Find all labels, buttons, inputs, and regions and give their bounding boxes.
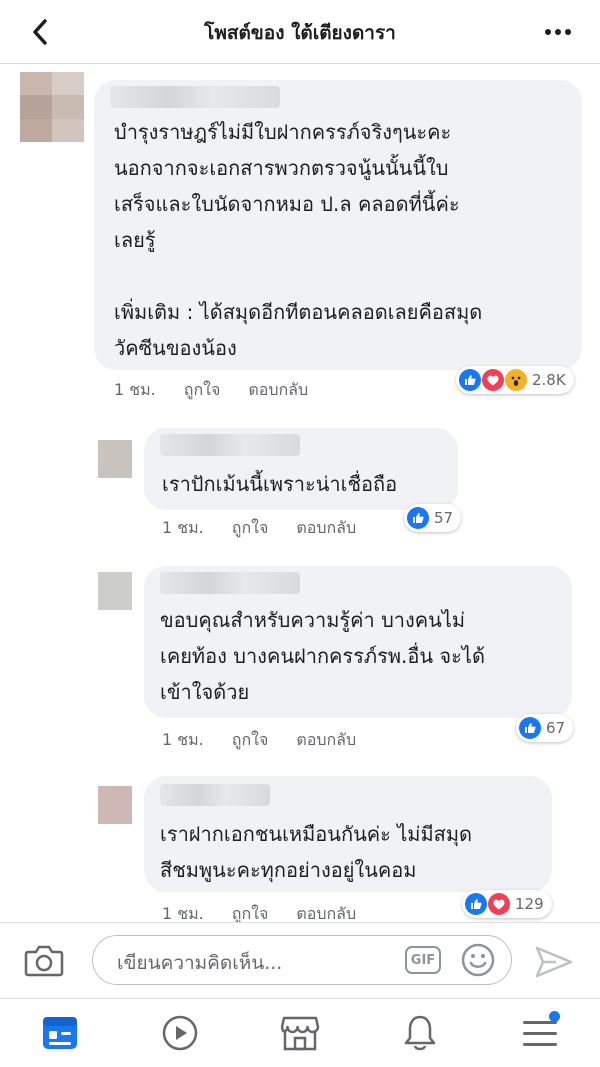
nav-news-feed[interactable] (40, 1013, 80, 1053)
commenter-name-redacted[interactable] (160, 572, 300, 594)
comment-text: เราปักเม้นนี้เพราะน่าเชื่อถือ (162, 472, 398, 496)
like-reaction-icon (407, 507, 429, 529)
reply-link[interactable]: ตอบกลับ (296, 904, 356, 923)
commenter-name-redacted[interactable] (110, 86, 280, 108)
reaction-summary[interactable]: 57 (404, 504, 462, 532)
comment-actions: 1 ชม. ถูกใจ ตอบกลับ (114, 378, 336, 403)
bottom-navigation (0, 998, 600, 1067)
like-link[interactable]: ถูกใจ (232, 730, 269, 749)
like-link[interactable]: ถูกใจ (232, 518, 269, 537)
commenter-name-redacted[interactable] (160, 434, 300, 456)
love-reaction-icon (488, 893, 510, 915)
nav-menu[interactable] (520, 1011, 560, 1053)
like-reaction-icon (465, 893, 487, 915)
gif-button[interactable]: GIF (405, 946, 441, 974)
reaction-count: 67 (546, 719, 566, 737)
comment-time: 1 ชม. (162, 730, 204, 749)
send-button[interactable] (534, 945, 574, 983)
comment-text: บำรุงราษฎร์ไม่มีใบฝากครรภ์จริงๆนะคะ นอกจ… (114, 120, 483, 360)
comment-actions: 1 ชม. ถูกใจ ตอบกลับ (162, 728, 384, 753)
comment-text: เราฝากเอกชนเหมือนกันค่ะ ไม่มีสมุด สีชมพู… (160, 822, 473, 882)
more-icon (543, 29, 573, 35)
comment-bubble[interactable]: ขอบคุณสำหรับความรู้ค่า บางคนไม่ เคยท้อง … (144, 566, 572, 718)
comment-bubble[interactable]: เราฝากเอกชนเหมือนกันค่ะ ไม่มีสมุด สีชมพู… (144, 776, 552, 892)
emoji-icon (461, 943, 495, 977)
comment-time: 1 ชม. (114, 380, 156, 399)
reaction-summary[interactable]: 129 (462, 890, 552, 918)
comment-bubble[interactable]: บำรุงราษฎร์ไม่มีใบฝากครรภ์จริงๆนะคะ นอกจ… (94, 80, 582, 370)
reaction-count: 2.8K (532, 371, 566, 389)
reply-link[interactable]: ตอบกลับ (248, 380, 308, 399)
watch-icon (162, 1015, 198, 1051)
comment-time: 1 ชม. (162, 904, 204, 923)
comment-time: 1 ชม. (162, 518, 204, 537)
page-title: โพสต์ของ ใต้เตียงดารา (204, 22, 396, 44)
send-icon (535, 946, 573, 978)
camera-icon (24, 945, 64, 977)
comment-actions: 1 ชม. ถูกใจ ตอบกลับ (162, 516, 384, 541)
nav-watch[interactable] (160, 1013, 200, 1053)
like-link[interactable]: ถูกใจ (232, 904, 269, 923)
comment-input-placeholder: เขียนความคิดเห็น... (117, 952, 283, 974)
reaction-summary[interactable]: 67 (516, 714, 574, 742)
nav-marketplace[interactable] (280, 1013, 320, 1053)
avatar[interactable] (98, 572, 132, 610)
emoji-button[interactable] (461, 943, 495, 981)
like-reaction-icon (519, 717, 541, 739)
like-reaction-icon (459, 369, 481, 391)
menu-notification-dot (549, 1011, 560, 1022)
more-button[interactable] (540, 16, 576, 48)
comment-composer: เขียนความคิดเห็น... GIF (0, 922, 600, 998)
commenter-name-redacted[interactable] (160, 784, 270, 806)
news-feed-icon (43, 1017, 77, 1049)
comment-text: ขอบคุณสำหรับความรู้ค่า บางคนไม่ เคยท้อง … (160, 608, 485, 704)
love-reaction-icon (482, 369, 504, 391)
notifications-icon (404, 1015, 436, 1051)
like-link[interactable]: ถูกใจ (184, 380, 221, 399)
reaction-count: 57 (434, 509, 454, 527)
comment-bubble[interactable]: เราปักเม้นนี้เพราะน่าเชื่อถือ (144, 428, 458, 510)
comment-input[interactable]: เขียนความคิดเห็น... GIF (92, 935, 512, 985)
nav-notifications[interactable] (400, 1013, 440, 1053)
camera-button[interactable] (24, 943, 64, 981)
wow-reaction-icon (505, 369, 527, 391)
reaction-summary[interactable]: 2.8K (456, 366, 574, 394)
reply-link[interactable]: ตอบกลับ (296, 518, 356, 537)
gif-icon: GIF (410, 952, 436, 968)
reaction-count: 129 (515, 895, 544, 913)
marketplace-icon (280, 1016, 320, 1051)
avatar[interactable] (20, 72, 84, 142)
avatar[interactable] (98, 786, 132, 824)
header: โพสต์ของ ใต้เตียงดารา (0, 0, 600, 64)
avatar[interactable] (98, 440, 132, 478)
reply-link[interactable]: ตอบกลับ (296, 730, 356, 749)
